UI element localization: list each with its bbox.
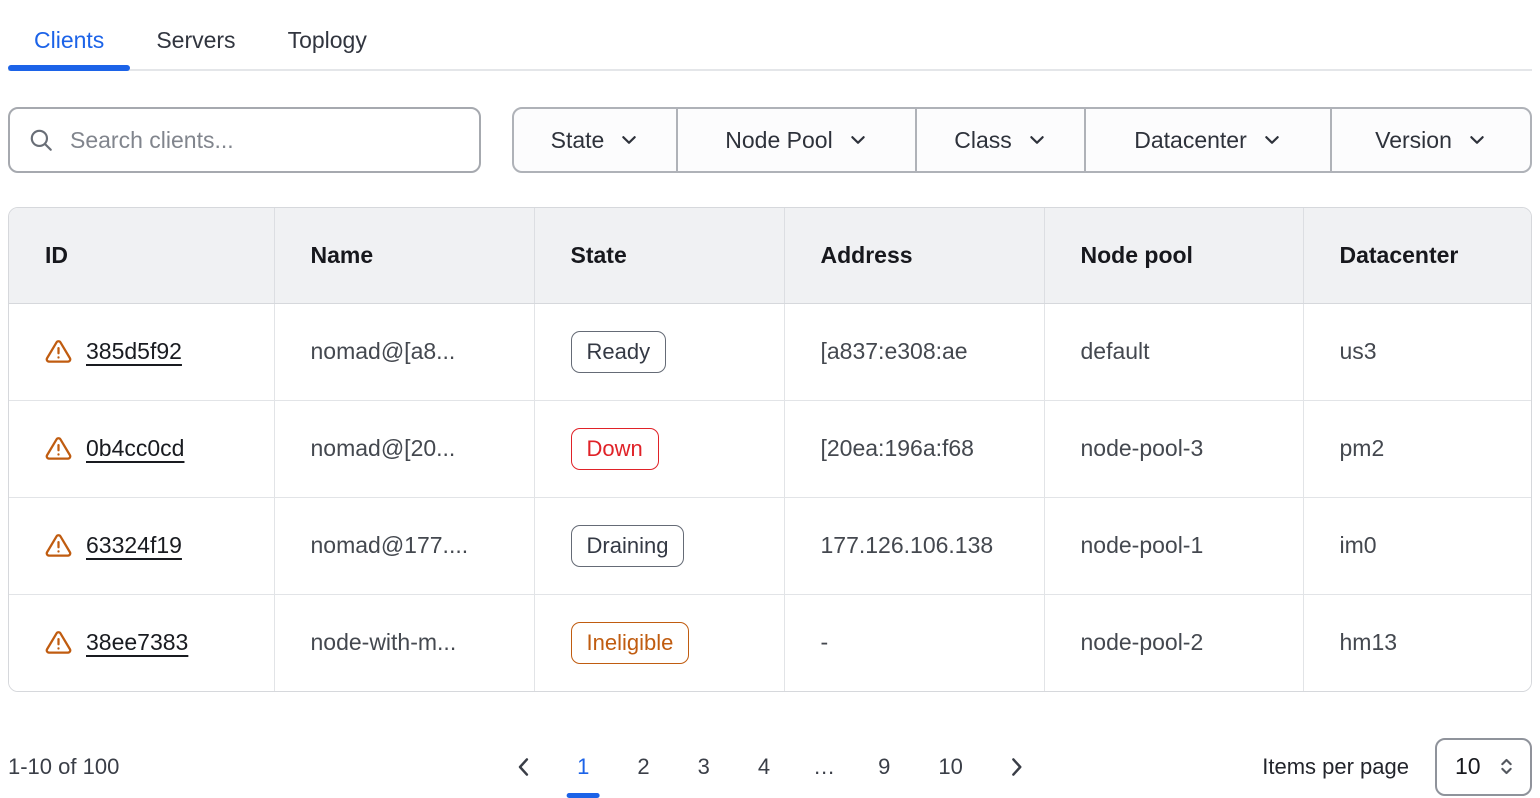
- client-name: nomad@177....: [274, 497, 534, 594]
- col-header-id: ID: [9, 208, 274, 303]
- chevron-down-icon: [848, 130, 868, 150]
- warning-icon: [45, 435, 72, 462]
- chevron-down-icon: [1262, 130, 1282, 150]
- search-icon: [28, 127, 54, 153]
- client-datacenter: im0: [1303, 497, 1531, 594]
- col-header-address: Address: [784, 208, 1044, 303]
- warning-icon: [45, 532, 72, 559]
- col-header-name: Name: [274, 208, 534, 303]
- chevron-down-icon: [619, 130, 639, 150]
- page-4[interactable]: 4: [745, 748, 783, 786]
- client-address: -: [784, 594, 1044, 691]
- client-id-link[interactable]: 38ee7383: [86, 629, 188, 656]
- tab-clients-label: Clients: [34, 27, 104, 54]
- client-datacenter: pm2: [1303, 400, 1531, 497]
- up-down-chevrons-icon: [1497, 757, 1516, 776]
- client-node-pool: node-pool-2: [1044, 594, 1303, 691]
- page-1[interactable]: 1: [564, 748, 602, 786]
- filter-state[interactable]: State: [514, 109, 678, 171]
- table-row[interactable]: 63324f19 nomad@177.... Draining 177.126.…: [9, 497, 1531, 594]
- top-tabs: Clients Servers Toplogy: [8, 12, 1532, 71]
- items-per-page-label: Items per page: [1262, 754, 1409, 780]
- tab-servers[interactable]: Servers: [130, 12, 261, 69]
- state-badge: Ready: [571, 331, 667, 373]
- chevron-down-icon: [1027, 130, 1047, 150]
- client-id-link[interactable]: 63324f19: [86, 532, 182, 559]
- tab-servers-label: Servers: [156, 27, 235, 54]
- table-row[interactable]: 0b4cc0cd nomad@[20... Down [20ea:196a:f6…: [9, 400, 1531, 497]
- filter-datacenter[interactable]: Datacenter: [1086, 109, 1332, 171]
- filter-class[interactable]: Class: [917, 109, 1086, 171]
- filter-datacenter-label: Datacenter: [1134, 127, 1247, 154]
- page-10[interactable]: 10: [925, 748, 975, 786]
- table-row[interactable]: 385d5f92 nomad@[a8... Ready [a837:e308:a…: [9, 303, 1531, 400]
- pagination-bar: 1-10 of 100 1 2 3 4 … 9 10 Items per pag…: [8, 732, 1532, 798]
- items-per-page-value: 10: [1455, 753, 1481, 780]
- page-9[interactable]: 9: [865, 748, 903, 786]
- items-per-page: Items per page 10: [1262, 738, 1532, 796]
- warning-icon: [45, 338, 72, 365]
- state-badge: Draining: [571, 525, 685, 567]
- filter-version-label: Version: [1375, 127, 1452, 154]
- table-row[interactable]: 38ee7383 node-with-m... Ineligible - nod…: [9, 594, 1531, 691]
- filter-version[interactable]: Version: [1332, 109, 1530, 171]
- warning-icon: [45, 629, 72, 656]
- state-badge: Down: [571, 428, 659, 470]
- client-datacenter: us3: [1303, 303, 1531, 400]
- filter-node-pool-label: Node Pool: [725, 127, 832, 154]
- client-name: node-with-m...: [274, 594, 534, 691]
- client-datacenter: hm13: [1303, 594, 1531, 691]
- client-name: nomad@[20...: [274, 400, 534, 497]
- client-name: nomad@[a8...: [274, 303, 534, 400]
- client-node-pool: node-pool-1: [1044, 497, 1303, 594]
- client-node-pool: node-pool-3: [1044, 400, 1303, 497]
- page-2[interactable]: 2: [624, 748, 662, 786]
- filter-class-label: Class: [954, 127, 1012, 154]
- clients-page: Clients Servers Toplogy State Node Pool: [0, 0, 1540, 798]
- chevron-down-icon: [1467, 130, 1487, 150]
- state-badge: Ineligible: [571, 622, 690, 664]
- client-address: [a837:e308:ae: [784, 303, 1044, 400]
- search-clients-box[interactable]: [8, 107, 481, 173]
- client-id-link[interactable]: 385d5f92: [86, 338, 182, 365]
- tab-topology[interactable]: Toplogy: [262, 12, 393, 69]
- filter-group: State Node Pool Class Datacenter Version: [512, 107, 1532, 173]
- col-header-datacenter: Datacenter: [1303, 208, 1531, 303]
- tab-clients[interactable]: Clients: [8, 12, 130, 69]
- filter-state-label: State: [551, 127, 605, 154]
- chevron-left-icon[interactable]: [506, 749, 542, 785]
- col-header-node-pool: Node pool: [1044, 208, 1303, 303]
- client-address: 177.126.106.138: [784, 497, 1044, 594]
- chevron-right-icon[interactable]: [998, 749, 1034, 785]
- search-input[interactable]: [70, 127, 461, 154]
- table-header-row: ID Name State Address Node pool Datacent…: [9, 208, 1531, 303]
- client-node-pool: default: [1044, 303, 1303, 400]
- pagination-range: 1-10 of 100: [8, 754, 119, 780]
- items-per-page-select[interactable]: 10: [1435, 738, 1532, 796]
- clients-table: ID Name State Address Node pool Datacent…: [8, 207, 1532, 692]
- page-ellipsis: …: [805, 748, 843, 786]
- filter-node-pool[interactable]: Node Pool: [678, 109, 917, 171]
- tab-topology-label: Toplogy: [288, 27, 367, 54]
- page-3[interactable]: 3: [685, 748, 723, 786]
- client-address: [20ea:196a:f68: [784, 400, 1044, 497]
- col-header-state: State: [534, 208, 784, 303]
- toolbar: State Node Pool Class Datacenter Version: [8, 107, 1532, 173]
- pager: 1 2 3 4 … 9 10: [506, 748, 1034, 786]
- client-id-link[interactable]: 0b4cc0cd: [86, 435, 184, 462]
